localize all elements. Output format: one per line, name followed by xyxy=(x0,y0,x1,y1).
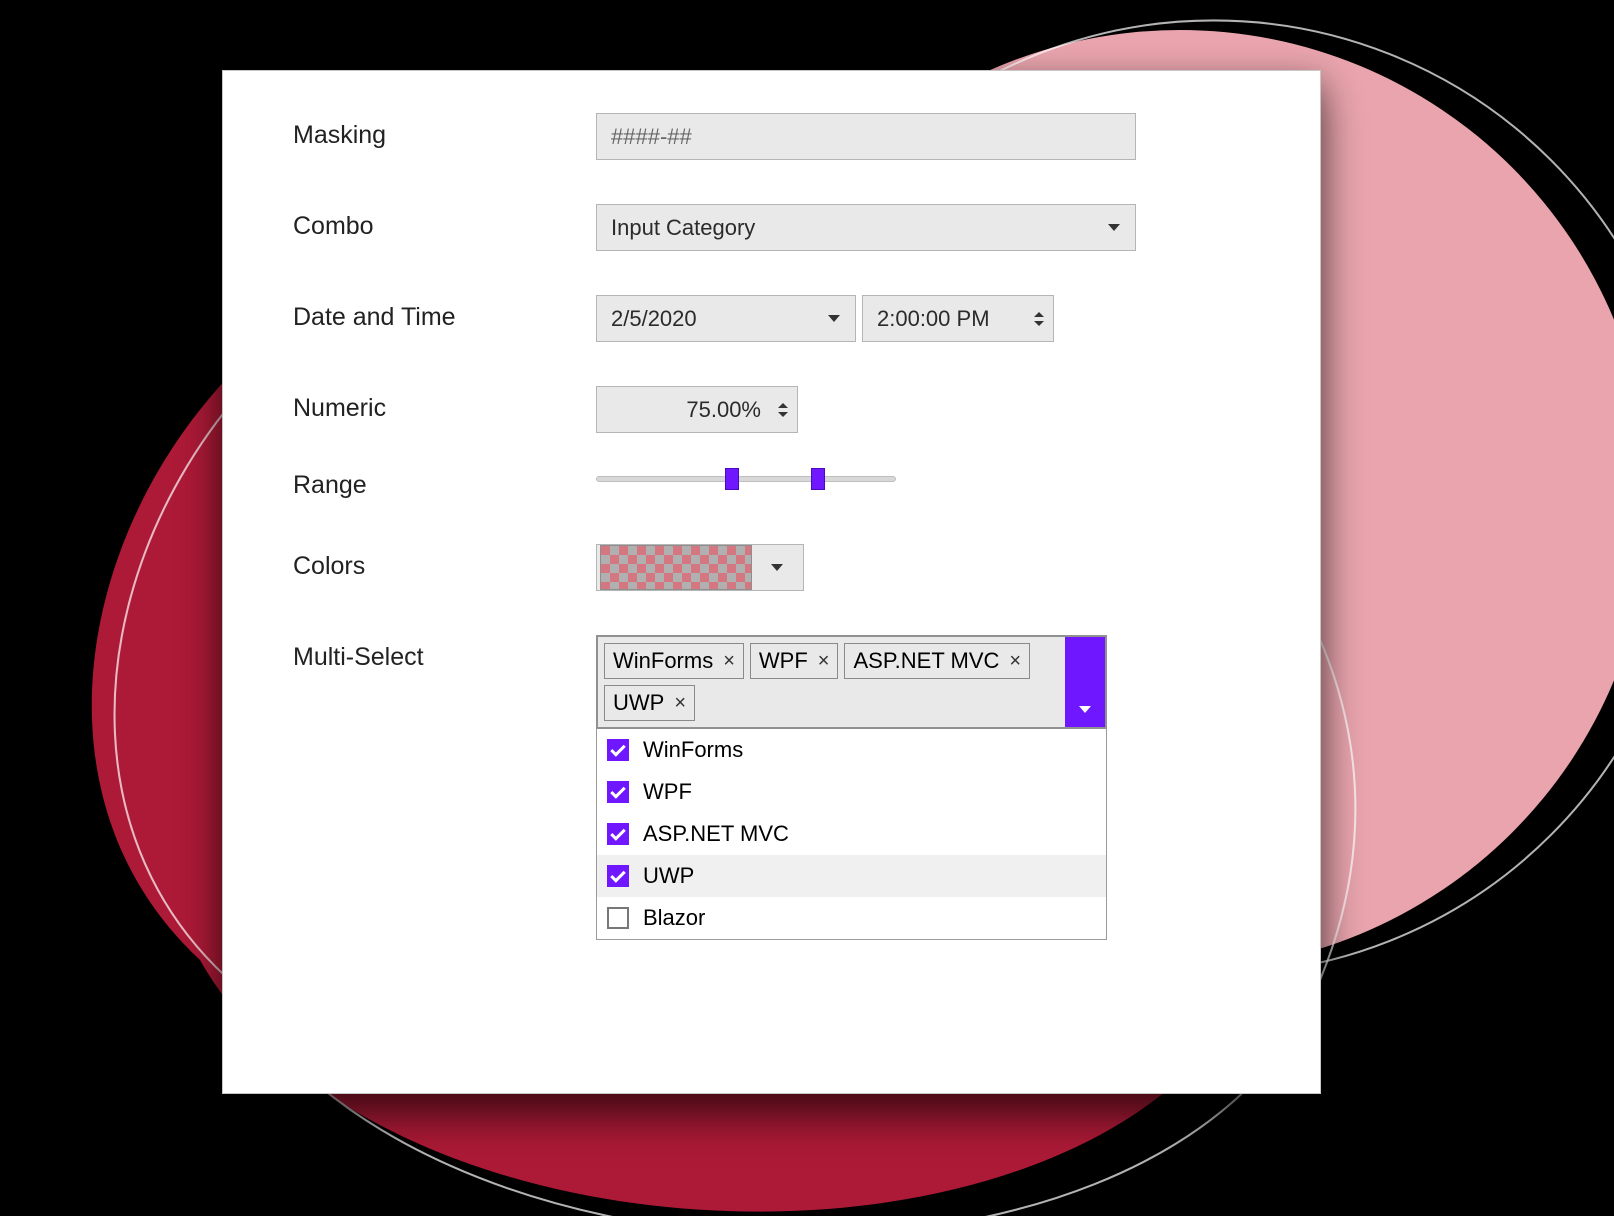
numeric-input[interactable]: 75.00% xyxy=(596,386,798,433)
spin-up-icon[interactable] xyxy=(778,403,788,408)
option-label: ASP.NET MVC xyxy=(643,821,789,847)
checkbox-icon[interactable] xyxy=(607,865,629,887)
time-input[interactable]: 2:00:00 PM xyxy=(862,295,1054,342)
multiselect-token-area: WinForms × WPF × ASP.NET MVC × UWP × xyxy=(598,637,1065,727)
token-remove-icon[interactable]: × xyxy=(818,650,830,673)
option-label: UWP xyxy=(643,863,694,889)
spin-up-icon[interactable] xyxy=(1034,312,1044,317)
chevron-down-icon xyxy=(828,315,840,322)
multiselect-option[interactable]: WinForms xyxy=(597,729,1106,771)
range-thumb-low[interactable] xyxy=(725,468,739,490)
chevron-down-icon xyxy=(1079,706,1091,713)
row-datetime: Date and Time 2/5/2020 2:00:00 PM xyxy=(293,295,1260,342)
combo-placeholder: Input Category xyxy=(597,215,1093,241)
row-numeric: Numeric 75.00% xyxy=(293,386,1260,433)
chevron-down-icon xyxy=(1108,224,1120,231)
time-spinner xyxy=(1031,296,1053,341)
checkbox-icon[interactable] xyxy=(607,907,629,929)
date-caret[interactable] xyxy=(813,296,855,341)
token-label: WPF xyxy=(759,648,808,674)
color-picker[interactable] xyxy=(596,544,804,591)
multiselect-options-list: WinForms WPF ASP.NET MVC UWP Blazor xyxy=(596,729,1107,940)
multiselect-option[interactable]: ASP.NET MVC xyxy=(597,813,1106,855)
range-thumb-high[interactable] xyxy=(811,468,825,490)
checkbox-icon[interactable] xyxy=(607,823,629,845)
masking-placeholder: ####-## xyxy=(597,124,1135,150)
label-range: Range xyxy=(293,463,596,500)
combo-caret[interactable] xyxy=(1093,205,1135,250)
spin-down-icon[interactable] xyxy=(778,412,788,417)
multiselect-token: WinForms × xyxy=(604,643,744,679)
combo-select[interactable]: Input Category xyxy=(596,204,1136,251)
spin-down-icon[interactable] xyxy=(1034,321,1044,326)
multiselect-dropdown-button[interactable] xyxy=(1065,637,1105,727)
date-value: 2/5/2020 xyxy=(597,306,813,332)
multiselect-option[interactable]: WPF xyxy=(597,771,1106,813)
time-value: 2:00:00 PM xyxy=(863,306,1031,332)
token-label: ASP.NET MVC xyxy=(853,648,999,674)
label-colors: Colors xyxy=(293,544,596,581)
label-multiselect: Multi-Select xyxy=(293,635,596,672)
token-remove-icon[interactable]: × xyxy=(674,692,686,715)
row-colors: Colors xyxy=(293,544,1260,591)
form-panel: Masking ####-## Combo Input Category Dat… xyxy=(222,70,1321,1094)
token-label: WinForms xyxy=(613,648,713,674)
option-label: WPF xyxy=(643,779,692,805)
row-multiselect: Multi-Select WinForms×WPF×ASP.NET MVC×UW… xyxy=(293,635,1260,940)
multiselect-box[interactable]: WinForms × WPF × ASP.NET MVC × UWP × xyxy=(596,635,1107,729)
multiselect-option[interactable]: UWP xyxy=(597,855,1106,897)
row-masking: Masking ####-## xyxy=(293,113,1260,160)
label-masking: Masking xyxy=(293,113,596,150)
color-swatch xyxy=(600,545,752,590)
row-combo: Combo Input Category xyxy=(293,204,1260,251)
label-numeric: Numeric xyxy=(293,386,596,423)
row-range: Range xyxy=(293,463,1260,500)
multiselect-token: ASP.NET MVC × xyxy=(844,643,1030,679)
color-caret[interactable] xyxy=(755,545,799,590)
chevron-down-icon xyxy=(771,564,783,571)
numeric-spinner xyxy=(775,387,797,432)
label-datetime: Date and Time xyxy=(293,295,596,332)
token-remove-icon[interactable]: × xyxy=(723,650,735,673)
multiselect-option[interactable]: Blazor xyxy=(597,897,1106,939)
numeric-value: 75.00% xyxy=(597,397,775,423)
checkbox-icon[interactable] xyxy=(607,739,629,761)
token-label: UWP xyxy=(613,690,664,716)
option-label: Blazor xyxy=(643,905,705,931)
masking-input[interactable]: ####-## xyxy=(596,113,1136,160)
label-combo: Combo xyxy=(293,204,596,241)
range-slider[interactable] xyxy=(596,463,896,493)
token-remove-icon[interactable]: × xyxy=(1009,650,1021,673)
option-label: WinForms xyxy=(643,737,743,763)
multiselect-token: WPF × xyxy=(750,643,839,679)
checkbox-icon[interactable] xyxy=(607,781,629,803)
range-track xyxy=(596,476,896,482)
date-input[interactable]: 2/5/2020 xyxy=(596,295,856,342)
multiselect-token: UWP × xyxy=(604,685,695,721)
